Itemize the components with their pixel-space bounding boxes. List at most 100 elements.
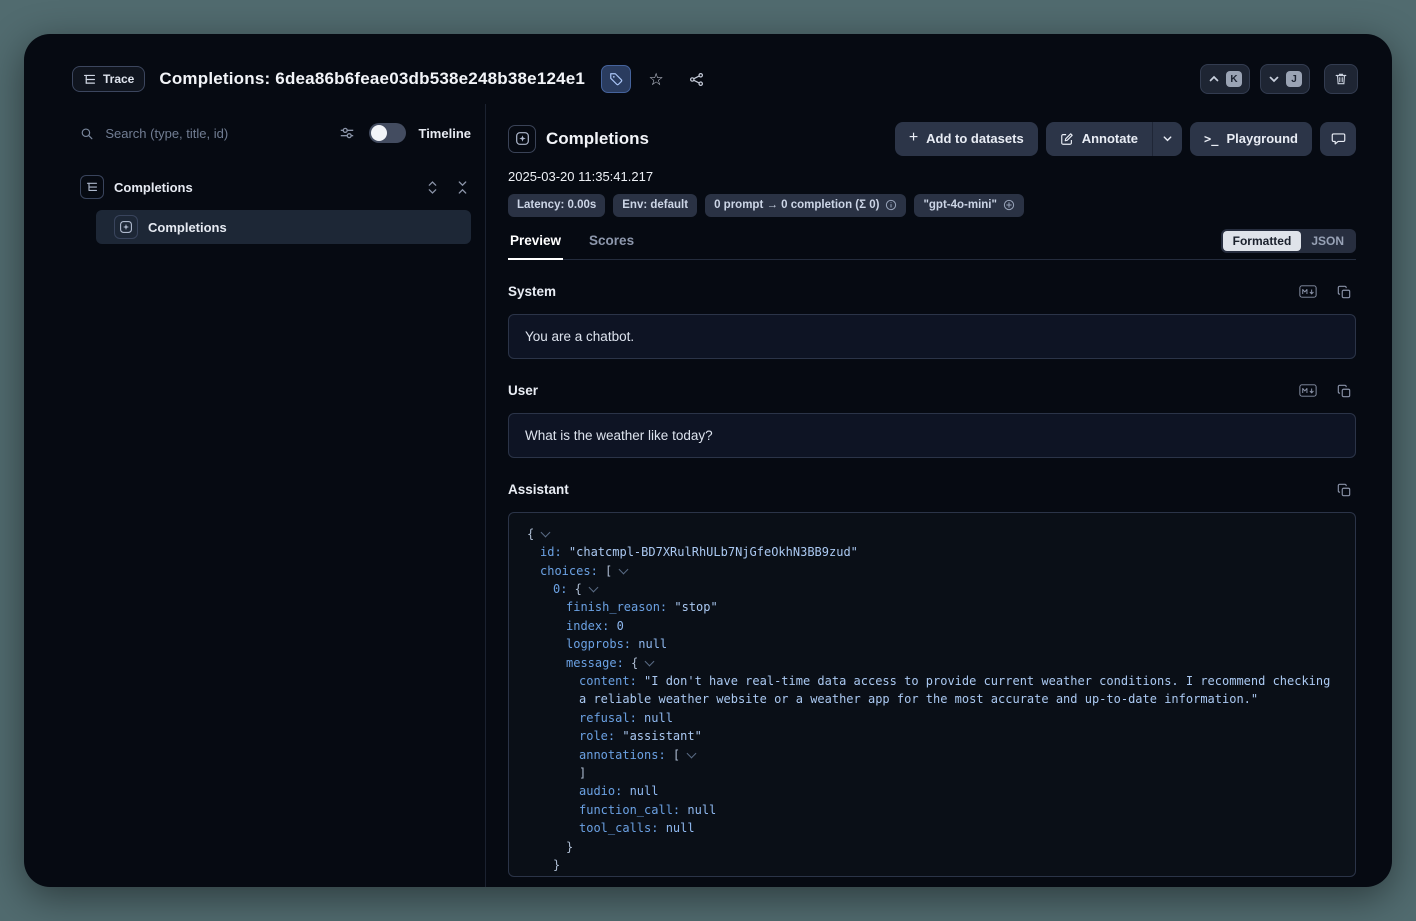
collapse-caret-icon[interactable] — [619, 564, 629, 574]
trace-title: Completions: 6dea86b6feae03db538e248b38e… — [159, 69, 585, 89]
search-input[interactable] — [103, 125, 327, 142]
tree-item-completions-selected[interactable]: Completions — [96, 210, 471, 244]
run-timestamp: 2025-03-20 11:35:41.217 — [508, 169, 1356, 184]
assistant-code-block: {id: "chatcmpl-BD7XRulRhULb7NjGfeOkhN3BB… — [508, 512, 1356, 877]
copy-button[interactable] — [1332, 379, 1356, 403]
tag-icon — [609, 72, 623, 86]
plus-circle-icon[interactable] — [1003, 199, 1015, 211]
timeline-toggle[interactable] — [369, 123, 406, 143]
system-section-header: System — [508, 280, 1356, 304]
markdown-icon — [1299, 285, 1317, 298]
chevron-down-icon — [1162, 133, 1173, 144]
next-run-button[interactable]: J — [1260, 64, 1310, 94]
assistant-section-header: Assistant — [508, 478, 1356, 502]
copy-icon — [1337, 483, 1351, 497]
collapse-caret-icon[interactable] — [541, 527, 551, 537]
filter-button[interactable] — [335, 121, 359, 145]
trace-badge: Trace — [72, 66, 145, 92]
code-line: content: "I don't have real-time data ac… — [527, 672, 1337, 709]
tag-button[interactable] — [601, 65, 631, 93]
collapse-caret-icon[interactable] — [588, 582, 598, 592]
token-usage-badge: 0 prompt → 0 completion (Σ 0) — [705, 194, 906, 217]
chevron-up-icon — [1208, 73, 1220, 85]
code-line: tool_calls: null — [527, 819, 1337, 837]
copy-icon — [1337, 285, 1351, 299]
toggle-knob — [371, 125, 387, 141]
code-line: logprobs: null — [527, 635, 1337, 653]
plus-icon: + — [909, 130, 918, 146]
code-line: refusal: null — [527, 709, 1337, 727]
playground-button[interactable]: >_ Playground — [1190, 122, 1312, 156]
sidebar-search-row: Timeline — [80, 116, 471, 150]
code-line: message: { — [527, 654, 1337, 672]
annotate-split-button: Annotate — [1046, 122, 1182, 156]
code-line: ] — [527, 874, 1337, 877]
completions-icon — [114, 215, 138, 239]
star-icon: ☆ — [648, 71, 663, 88]
code-line: finish_reason: "stop" — [527, 598, 1337, 616]
run-detail-panel: Completions + Add to datasets Annotate — [486, 104, 1392, 887]
copy-icon — [1337, 384, 1351, 398]
sliders-icon — [339, 125, 355, 141]
code-line: role: "assistant" — [527, 727, 1337, 745]
model-badge: "gpt-4o-mini" — [914, 194, 1024, 217]
copy-button[interactable] — [1332, 280, 1356, 304]
trace-sidebar: Timeline Completions — [24, 104, 486, 887]
trace-tree-icon — [83, 73, 96, 86]
share-button[interactable] — [681, 65, 711, 93]
tree-root-label: Completions — [114, 180, 193, 195]
annotate-button[interactable]: Annotate — [1046, 122, 1153, 156]
format-formatted-option[interactable]: Formatted — [1223, 231, 1302, 251]
expand-all-button[interactable] — [423, 178, 441, 196]
copy-button[interactable] — [1332, 478, 1356, 502]
collapse-caret-icon[interactable] — [645, 656, 655, 666]
run-actions: + Add to datasets Annotate >_ — [895, 122, 1356, 156]
add-to-datasets-button[interactable]: + Add to datasets — [895, 122, 1038, 156]
code-line: choices: [ — [527, 562, 1337, 580]
prev-run-button[interactable]: K — [1200, 64, 1250, 94]
comments-button[interactable] — [1320, 122, 1356, 156]
collapse-all-button[interactable] — [453, 178, 471, 196]
star-button[interactable]: ☆ — [641, 65, 671, 93]
trace-tree: Completions Completions — [80, 172, 471, 244]
assistant-section-icons — [1332, 478, 1356, 502]
code-line: id: "chatcmpl-BD7XRulRhULb7NjGfeOkhN3BB9… — [527, 543, 1337, 561]
delete-button[interactable] — [1324, 64, 1358, 94]
system-message-box: You are a chatbot. — [508, 314, 1356, 359]
code-line: annotations: [ — [527, 746, 1337, 764]
run-header: Completions + Add to datasets Annotate — [508, 120, 1356, 158]
code-line: { — [527, 525, 1337, 543]
annotate-pencil-icon — [1060, 132, 1074, 146]
timeline-toggle-label: Timeline — [418, 126, 471, 141]
tab-scores[interactable]: Scores — [587, 229, 636, 260]
completions-run-icon — [508, 125, 536, 153]
search-icon — [80, 126, 93, 141]
assistant-label: Assistant — [508, 482, 569, 497]
markdown-toggle-button[interactable] — [1296, 379, 1320, 403]
code-line: function_call: null — [527, 801, 1337, 819]
format-json-option[interactable]: JSON — [1301, 231, 1354, 251]
collapse-all-icon — [457, 181, 468, 194]
info-icon[interactable] — [885, 199, 897, 211]
search-box[interactable] — [80, 125, 327, 142]
tab-preview[interactable]: Preview — [508, 229, 563, 260]
system-section-icons — [1296, 280, 1356, 304]
shortcut-key-j: J — [1286, 71, 1302, 87]
run-title: Completions — [546, 129, 649, 149]
share-icon — [689, 72, 704, 87]
format-toggle: Formatted JSON — [1221, 229, 1356, 253]
code-line: } — [527, 856, 1337, 874]
tree-child-label: Completions — [148, 220, 227, 235]
titlebar: Trace Completions: 6dea86b6feae03db538e2… — [24, 34, 1392, 104]
tree-root-actions — [423, 178, 471, 196]
tree-root-completions[interactable]: Completions — [80, 172, 471, 202]
trace-window: Trace Completions: 6dea86b6feae03db538e2… — [24, 34, 1392, 887]
markdown-toggle-button[interactable] — [1296, 280, 1320, 304]
user-label: User — [508, 383, 538, 398]
latency-badge: Latency: 0.00s — [508, 194, 605, 217]
collapse-caret-icon[interactable] — [687, 748, 697, 758]
app-body: Timeline Completions — [24, 104, 1392, 887]
trash-icon — [1334, 72, 1348, 86]
chat-bubble-icon — [1331, 131, 1346, 146]
annotate-dropdown-button[interactable] — [1153, 122, 1182, 156]
